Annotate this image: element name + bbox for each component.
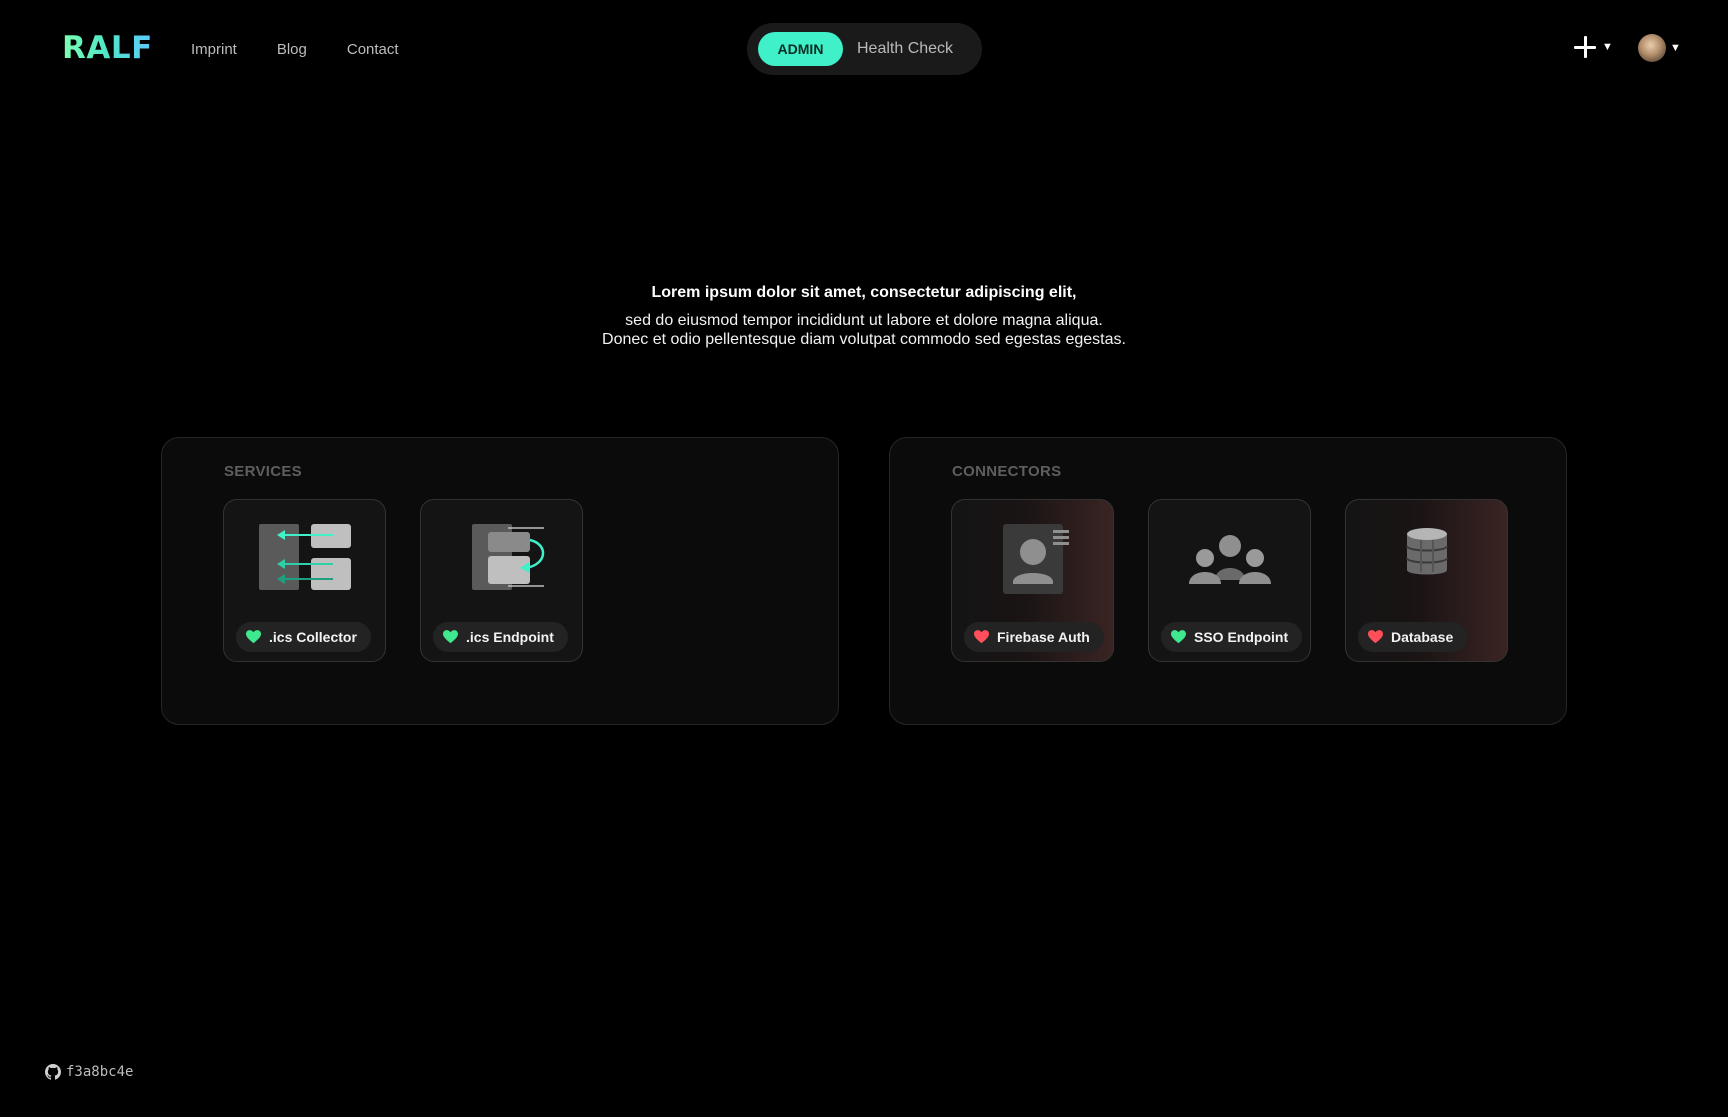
heart-icon [1171, 630, 1186, 644]
service-card-ics-collector[interactable]: .ics Collector [223, 499, 386, 662]
service-card-ics-endpoint[interactable]: .ics Endpoint [420, 499, 583, 662]
services-title: SERVICES [224, 463, 302, 480]
connector-label: Firebase Auth [997, 629, 1090, 645]
intro-line-1: sed do eiusmod tempor incididunt ut labo… [625, 312, 1103, 329]
users-group-icon [1188, 535, 1271, 584]
database-icon [1405, 528, 1448, 575]
nav-link-blog[interactable]: Blog [277, 41, 307, 58]
status-chip: .ics Endpoint [433, 622, 568, 652]
intro-lead: Lorem ipsum dolor sit amet, consectetur … [651, 284, 1077, 301]
heart-icon [246, 630, 261, 644]
nav-link-imprint[interactable]: Imprint [191, 41, 237, 58]
top-bar: RALF Imprint Blog Contact ADMIN Health C… [0, 0, 1728, 100]
connectors-panel: CONNECTORS Firebase Auth SSO Endpoint Da… [889, 437, 1567, 725]
page: RALF Imprint Blog Contact ADMIN Health C… [0, 0, 1728, 1117]
github-icon [45, 1064, 61, 1080]
commit-hash: f3a8bc4e [66, 1064, 134, 1080]
avatar [1638, 34, 1666, 62]
main-nav: Imprint Blog Contact [191, 41, 399, 58]
services-panel: SERVICES .ics Collector .ics Endpoint [161, 437, 839, 725]
connectors-list: Firebase Auth SSO Endpoint Database [951, 499, 1508, 662]
ics-endpoint-icon [471, 524, 544, 590]
status-chip: Firebase Auth [964, 622, 1104, 652]
connector-card-firebase-auth[interactable]: Firebase Auth [951, 499, 1114, 662]
heart-icon [443, 630, 458, 644]
service-label: .ics Endpoint [466, 629, 554, 645]
footer-commit-link[interactable]: f3a8bc4e [45, 1064, 133, 1080]
status-chip: SSO Endpoint [1161, 622, 1303, 652]
connectors-title: CONNECTORS [952, 463, 1062, 480]
logo[interactable]: RALF [62, 30, 153, 66]
mode-switcher: ADMIN Health Check [747, 23, 982, 75]
intro-line-2: Donec et odio pellentesque diam volutpat… [602, 331, 1126, 348]
connector-label: SSO Endpoint [1194, 629, 1289, 645]
contact-card-icon [1002, 524, 1069, 594]
plus-icon [1574, 36, 1596, 58]
health-check-link[interactable]: Health Check [857, 40, 953, 58]
user-menu-button[interactable]: ▼ [1638, 34, 1681, 62]
services-list: .ics Collector .ics Endpoint [223, 499, 583, 662]
status-chip: Database [1358, 622, 1468, 652]
heart-icon [1368, 630, 1383, 644]
intro-text: Lorem ipsum dolor sit amet, consectetur … [0, 284, 1728, 349]
admin-mode-badge[interactable]: ADMIN [758, 32, 843, 66]
connector-card-database[interactable]: Database [1345, 499, 1508, 662]
service-label: .ics Collector [269, 629, 357, 645]
connector-label: Database [1391, 629, 1454, 645]
connector-card-sso-endpoint[interactable]: SSO Endpoint [1148, 499, 1311, 662]
add-menu-button[interactable]: ▼ [1574, 36, 1613, 58]
caret-down-icon: ▼ [1670, 42, 1681, 54]
caret-down-icon: ▼ [1602, 41, 1613, 53]
nav-link-contact[interactable]: Contact [347, 41, 399, 58]
status-chip: .ics Collector [236, 622, 371, 652]
heart-icon [974, 630, 989, 644]
ics-collector-icon [258, 524, 351, 590]
